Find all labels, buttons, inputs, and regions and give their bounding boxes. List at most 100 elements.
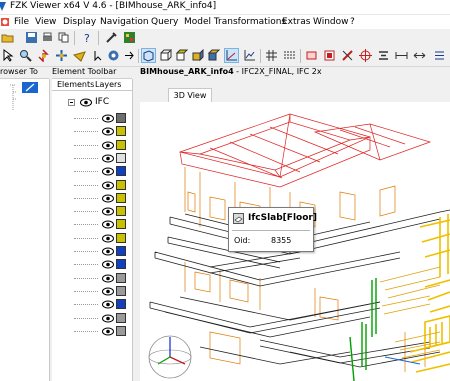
element-row[interactable] <box>52 258 132 271</box>
element-row[interactable] <box>52 272 132 285</box>
eye-icon[interactable] <box>102 127 114 136</box>
window-icon[interactable] <box>116 192 126 203</box>
eye-icon[interactable] <box>102 220 114 229</box>
rotate-icon[interactable] <box>36 48 51 63</box>
eye-icon[interactable] <box>102 260 114 269</box>
eye-icon[interactable] <box>80 98 92 107</box>
cube-front-icon[interactable] <box>158 48 173 63</box>
space-icon[interactable] <box>116 152 126 163</box>
eye-icon[interactable] <box>102 247 114 256</box>
cube-iso-icon[interactable] <box>206 48 221 63</box>
column-icon[interactable] <box>116 166 126 177</box>
select-arrow-icon[interactable] <box>0 48 15 63</box>
element-row[interactable] <box>52 232 132 245</box>
eye-icon[interactable] <box>102 194 114 203</box>
slab-icon[interactable] <box>116 259 126 270</box>
eye-icon[interactable] <box>102 274 114 283</box>
target-icon[interactable] <box>358 48 373 63</box>
measure-icon[interactable] <box>394 48 409 63</box>
align-icon[interactable] <box>376 48 391 63</box>
element-row[interactable] <box>52 139 132 152</box>
element-row[interactable] <box>52 112 132 125</box>
help-icon[interactable]: ? <box>80 30 95 45</box>
element-row[interactable] <box>52 179 132 192</box>
element-row[interactable] <box>52 125 132 138</box>
view-3d-icon[interactable] <box>141 48 156 63</box>
stair-icon[interactable] <box>116 285 126 296</box>
eye-icon[interactable] <box>102 287 114 296</box>
zoom-icon[interactable] <box>18 48 33 63</box>
section-box-icon[interactable] <box>322 48 337 63</box>
menu-navigation[interactable]: Navigation <box>100 17 149 27</box>
cube-side-icon[interactable] <box>190 48 205 63</box>
grid-dashed-icon[interactable] <box>282 48 297 63</box>
clip-icon[interactable] <box>340 48 355 63</box>
ifc-grid-icon[interactable] <box>122 30 137 45</box>
wall-icon[interactable] <box>116 232 126 243</box>
menu-display[interactable]: Display <box>63 17 96 27</box>
pan-icon[interactable] <box>54 48 69 63</box>
eye-icon[interactable] <box>102 207 114 216</box>
toolbar-row-2 <box>0 48 450 66</box>
distance-icon[interactable] <box>412 48 427 63</box>
element-row[interactable] <box>52 285 132 298</box>
tab-3d-view[interactable]: 3D View <box>168 88 212 103</box>
element-row[interactable] <box>52 325 132 338</box>
covering-icon[interactable] <box>116 246 126 256</box>
element-row[interactable] <box>52 152 132 165</box>
element-row[interactable] <box>52 165 132 178</box>
eye-icon[interactable] <box>102 181 114 190</box>
menu-view[interactable]: View <box>35 17 56 27</box>
cube-top-icon[interactable] <box>174 48 189 63</box>
navigation-cube-icon[interactable] <box>106 48 121 63</box>
eye-icon[interactable] <box>102 154 114 163</box>
expand-minus-icon[interactable] <box>68 99 75 106</box>
eye-icon[interactable] <box>102 300 114 309</box>
element-row[interactable] <box>52 312 132 325</box>
eye-icon[interactable] <box>102 167 114 176</box>
levels-icon[interactable] <box>432 48 447 63</box>
furnishing-icon[interactable] <box>116 206 126 217</box>
element-row[interactable] <box>52 218 132 231</box>
eye-icon[interactable] <box>102 114 114 123</box>
eye-icon[interactable] <box>102 327 114 336</box>
pointer-icon[interactable] <box>90 48 105 63</box>
element-row[interactable] <box>52 192 132 205</box>
grid-icon[interactable] <box>264 48 279 63</box>
door-icon[interactable] <box>116 179 126 190</box>
save-icon[interactable] <box>24 30 39 45</box>
chart-icon[interactable] <box>242 48 257 63</box>
menu-model-transformations[interactable]: Model Transformations <box>184 17 286 27</box>
element-row[interactable] <box>52 245 132 258</box>
menu-file[interactable]: File <box>14 17 29 27</box>
building-icon[interactable] <box>116 126 126 137</box>
tree-row-root[interactable]: IFC <box>52 96 132 109</box>
tab-layers[interactable]: Layers <box>95 80 121 89</box>
menu-help[interactable]: ? <box>350 17 355 27</box>
menu-extras[interactable]: Extras <box>282 17 310 27</box>
tools-icon[interactable] <box>104 30 119 45</box>
menu-query[interactable]: Query <box>151 17 178 27</box>
tab-elements[interactable]: Elements <box>57 80 95 90</box>
section-plane-icon[interactable] <box>304 48 319 63</box>
menu-window[interactable]: Window <box>313 17 349 27</box>
element-row[interactable] <box>52 298 132 311</box>
beam-icon[interactable] <box>116 139 126 150</box>
fly-icon[interactable] <box>72 48 87 63</box>
opening-icon[interactable] <box>116 312 126 323</box>
copy-icon[interactable] <box>56 30 71 45</box>
eye-icon[interactable] <box>102 141 114 150</box>
document-icon[interactable] <box>0 17 10 27</box>
ifc-root-icon[interactable] <box>116 113 126 123</box>
open-folder-icon[interactable] <box>0 30 15 45</box>
proxy-icon[interactable] <box>116 299 126 310</box>
eye-icon[interactable] <box>102 234 114 243</box>
eye-icon[interactable] <box>102 314 114 323</box>
plate-icon[interactable] <box>116 325 126 336</box>
axis-icon[interactable] <box>224 48 239 63</box>
element-row[interactable] <box>52 205 132 218</box>
roof-icon[interactable] <box>116 272 126 283</box>
railing-icon[interactable] <box>116 219 126 230</box>
print-icon[interactable] <box>40 30 55 45</box>
arrow-right-icon[interactable] <box>122 48 137 63</box>
